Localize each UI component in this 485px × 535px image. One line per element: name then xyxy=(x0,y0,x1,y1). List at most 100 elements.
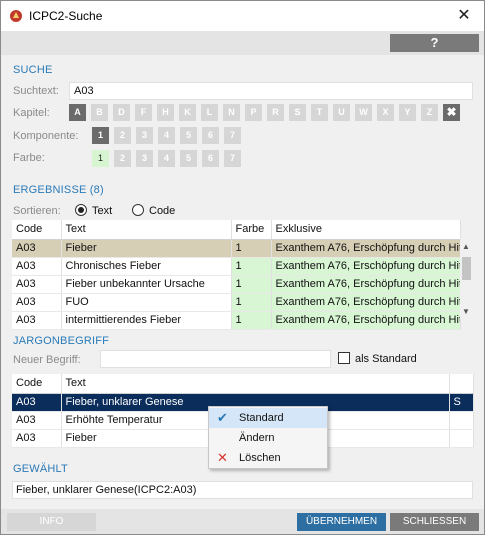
scroll-thumb[interactable] xyxy=(462,257,471,280)
farbe-label: Farbe: xyxy=(13,152,45,164)
selected-term-field: Fieber, unklarer Genese(ICPC2:A03) xyxy=(12,481,473,499)
kapitel-chip[interactable]: R xyxy=(267,104,284,121)
code-cell: A03 xyxy=(12,293,62,312)
text-cell: Fieber unbekannter Ursache xyxy=(61,275,232,294)
farbe-chip[interactable]: 5 xyxy=(180,150,197,167)
scroll-down-icon[interactable]: ▼ xyxy=(460,307,472,316)
code-cell: A03 xyxy=(12,429,62,448)
komponente-chip[interactable]: 2 xyxy=(114,127,131,144)
exklusive-cell: Exanthem A76, Erschöpfung durch Hitz xyxy=(271,311,461,330)
icpc2-search-dialog: ICPC2-Suche ✕ ? SUCHE Suchtext: A03 Kapi… xyxy=(0,0,485,535)
kapitel-chip[interactable]: U xyxy=(333,104,350,121)
komponente-label: Komponente: xyxy=(13,130,79,142)
results-table-row[interactable]: A03 FUO 1 Exanthem A76, Erschöpfung durch H… xyxy=(12,293,461,312)
kapitel-chip[interactable]: Y xyxy=(399,104,416,121)
kapitel-chip[interactable]: N xyxy=(223,104,240,121)
jargon-column-header-standard xyxy=(449,374,474,394)
info-button[interactable]: INFO xyxy=(7,513,96,531)
results-header-row: Code Text Farbe Exklusive xyxy=(12,220,461,240)
delete-x-icon: ✕ xyxy=(217,450,228,465)
section-title-suche: SUCHE xyxy=(13,64,53,76)
section-title-ergebnisse: ERGEBNISSE (8) xyxy=(13,184,104,196)
kapitel-chip[interactable]: X xyxy=(377,104,394,121)
check-icon: ✔ xyxy=(217,410,228,425)
column-header-exklusive[interactable]: Exklusive xyxy=(271,220,461,240)
farbe-cell: 1 xyxy=(231,293,272,312)
farbe-chip[interactable]: 6 xyxy=(202,150,219,167)
jargon-header-row: Code Text xyxy=(12,374,474,394)
exklusive-cell: Exanthem A76, Erschöpfung durch Hitz xyxy=(271,257,461,276)
kapitel-chip[interactable]: B xyxy=(91,104,108,121)
column-header-farbe[interactable]: Farbe xyxy=(231,220,272,240)
code-cell: A03 xyxy=(12,257,62,276)
kapitel-chip[interactable]: A xyxy=(69,104,86,121)
text-cell: Fieber xyxy=(61,239,232,258)
sort-text-radio[interactable] xyxy=(75,204,87,216)
sort-code-radio[interactable] xyxy=(132,204,144,216)
text-cell: Chronisches Fieber xyxy=(61,257,232,276)
jargon-column-header-text[interactable]: Text xyxy=(61,374,450,394)
column-header-text[interactable]: Text xyxy=(61,220,232,240)
sort-text-label: Text xyxy=(92,205,113,217)
context-menu: ✔ Standard Ändern ✕ Löschen xyxy=(208,406,328,469)
code-cell: A03 xyxy=(12,411,62,430)
column-header-code[interactable]: Code xyxy=(12,220,62,240)
text-cell: FUO xyxy=(61,293,232,312)
scroll-up-icon[interactable]: ▲ xyxy=(460,242,472,251)
section-title-jargon: JARGONBEGRIFF xyxy=(13,335,110,347)
jargon-column-header-code[interactable]: Code xyxy=(12,374,62,394)
standard-flag-cell: S xyxy=(449,393,474,412)
exklusive-cell: Exanthem A76, Erschöpfung durch Hitz xyxy=(271,239,461,258)
results-table-row[interactable]: A03 intermittierendes Fieber 1 Exanthem A76… xyxy=(12,311,461,330)
farbe-chip[interactable]: 4 xyxy=(158,150,175,167)
neuer-begriff-label: Neuer Begriff: xyxy=(13,354,81,366)
suchtext-label: Suchtext: xyxy=(13,85,59,97)
close-window-icon[interactable]: ✕ xyxy=(454,6,474,26)
code-cell: A03 xyxy=(12,311,62,330)
komponente-chip[interactable]: 6 xyxy=(202,127,219,144)
standard-flag-cell xyxy=(449,429,474,448)
farbe-cell: 1 xyxy=(231,239,272,258)
kapitel-chip[interactable]: L xyxy=(201,104,218,121)
clear-kapitel-icon[interactable]: ✖ xyxy=(443,104,460,121)
sort-code-label: Code xyxy=(149,205,176,217)
new-term-input[interactable] xyxy=(100,350,331,368)
search-input[interactable]: A03 xyxy=(69,82,473,100)
farbe-chip[interactable]: 2 xyxy=(114,150,131,167)
farbe-chip[interactable]: 7 xyxy=(224,150,241,167)
als-standard-label: als Standard xyxy=(355,353,417,365)
kapitel-chip[interactable]: K xyxy=(179,104,196,121)
results-scrollbar[interactable]: ▲ ▼ xyxy=(460,239,473,319)
exklusive-cell: Exanthem A76, Erschöpfung durch Hitz xyxy=(271,293,461,312)
schliessen-button[interactable]: SCHLIESSEN xyxy=(390,513,479,531)
kapitel-chip[interactable]: D xyxy=(113,104,130,121)
context-menu-item-standard[interactable]: ✔ Standard xyxy=(209,408,327,428)
komponente-chip[interactable]: 1 xyxy=(92,127,109,144)
komponente-chip[interactable]: 3 xyxy=(136,127,153,144)
uebernehmen-button[interactable]: ÜBERNEHMEN xyxy=(297,513,386,531)
context-menu-label: Ändern xyxy=(239,432,275,444)
komponente-chip[interactable]: 7 xyxy=(224,127,241,144)
kapitel-chip[interactable]: T xyxy=(311,104,328,121)
farbe-chip[interactable]: 3 xyxy=(136,150,153,167)
results-table-row[interactable]: A03 Fieber unbekannter Ursache 1 Exanthem A… xyxy=(12,275,461,294)
kapitel-chip[interactable]: P xyxy=(245,104,262,121)
context-menu-item-aendern[interactable]: Ändern xyxy=(209,428,327,448)
kapitel-chip[interactable]: W xyxy=(355,104,372,121)
results-table-row[interactable]: A03 Chronisches Fieber 1 Exanthem A76, Ersc… xyxy=(12,257,461,276)
farbe-chip[interactable]: 1 xyxy=(92,150,109,167)
kapitel-chip[interactable]: F xyxy=(135,104,152,121)
kapitel-chip[interactable]: H xyxy=(157,104,174,121)
kapitel-chip[interactable]: S xyxy=(289,104,306,121)
farbe-cell: 1 xyxy=(231,275,272,294)
farbe-cell: 1 xyxy=(231,257,272,276)
kapitel-chip[interactable]: Z xyxy=(421,104,438,121)
als-standard-checkbox[interactable] xyxy=(338,352,350,364)
komponente-chip[interactable]: 5 xyxy=(180,127,197,144)
results-table-row[interactable]: A03 Fieber 1 Exanthem A76, Erschöpfung durc… xyxy=(12,239,461,258)
sort-label: Sortieren: xyxy=(13,205,61,217)
context-menu-item-loeschen[interactable]: ✕ Löschen xyxy=(209,448,327,468)
komponente-chip[interactable]: 4 xyxy=(158,127,175,144)
help-button[interactable]: ? xyxy=(390,34,479,52)
app-logo-icon xyxy=(10,10,22,22)
